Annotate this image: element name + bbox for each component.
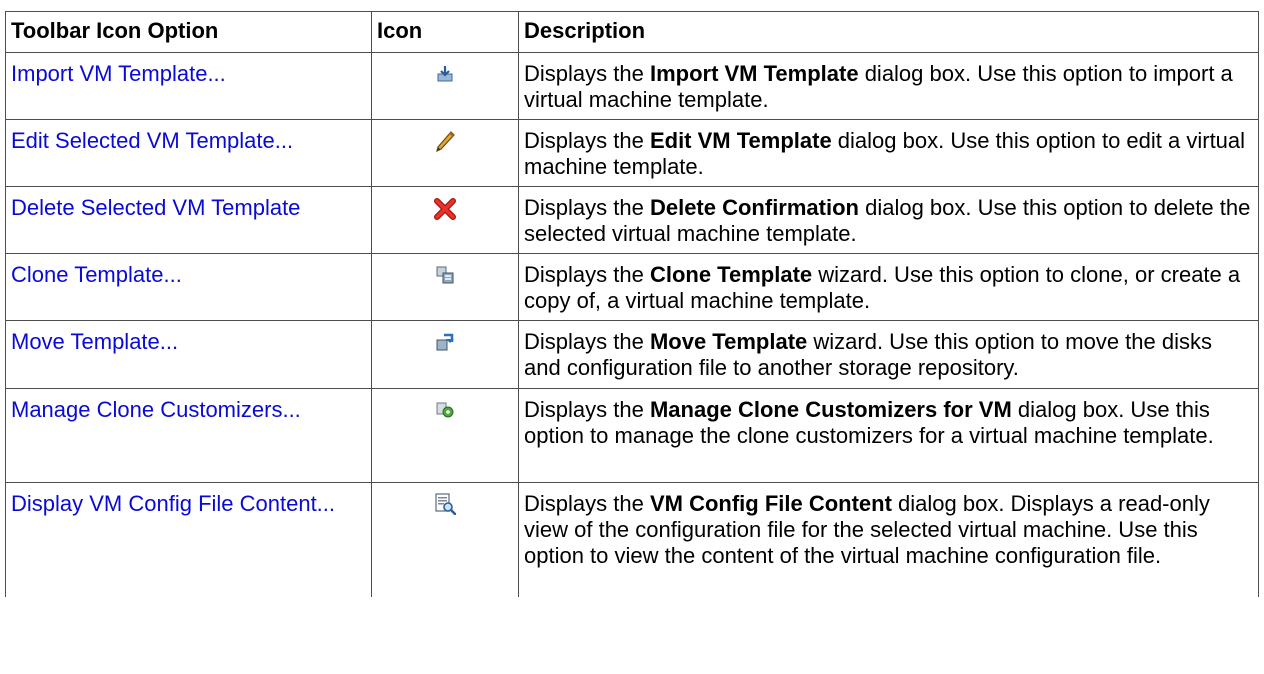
- header-icon: Icon: [371, 11, 519, 53]
- description-cell: Displays the Delete Confirmation dialog …: [518, 186, 1259, 254]
- clone-template-link[interactable]: Clone Template...: [11, 262, 182, 287]
- manage-clone-customizers-link[interactable]: Manage Clone Customizers...: [11, 397, 301, 422]
- display-vm-config-file-content-link[interactable]: Display VM Config File Content...: [11, 491, 335, 516]
- delete-selected-vm-template-link[interactable]: Delete Selected VM Template: [11, 195, 300, 220]
- header-option: Toolbar Icon Option: [5, 11, 372, 53]
- description-cell: Displays the Clone Template wizard. Use …: [518, 253, 1259, 321]
- delete-x-icon: [433, 197, 457, 227]
- toolbar-options-table: Toolbar Icon Option Icon Description Imp…: [5, 11, 1259, 597]
- import-icon: [436, 63, 454, 89]
- description-cell: Displays the VM Config File Content dial…: [518, 482, 1259, 597]
- description-cell: Displays the Manage Clone Customizers fo…: [518, 388, 1259, 483]
- table-row: Manage Clone Customizers... Displays the…: [5, 388, 1259, 483]
- table-row: Edit Selected VM Template... Displays th…: [5, 119, 1259, 187]
- edit-selected-vm-template-link[interactable]: Edit Selected VM Template...: [11, 128, 293, 153]
- table-row: Move Template... Displays the Move Templ…: [5, 320, 1259, 389]
- description-cell: Displays the Import VM Template dialog b…: [518, 52, 1259, 120]
- clone-icon: [436, 264, 454, 290]
- table-row: Import VM Template... Displays the Impor…: [5, 52, 1259, 120]
- pencil-icon: [434, 130, 456, 160]
- table-row: Clone Template... Displays the Clone Tem…: [5, 253, 1259, 321]
- import-vm-template-link[interactable]: Import VM Template...: [11, 61, 226, 86]
- move-template-link[interactable]: Move Template...: [11, 329, 178, 354]
- table-row: Delete Selected VM Template Displays the…: [5, 186, 1259, 254]
- view-file-icon: [434, 493, 457, 521]
- header-description: Description: [518, 11, 1259, 53]
- gear-icon: [436, 399, 454, 425]
- description-cell: Displays the Move Template wizard. Use t…: [518, 320, 1259, 389]
- table-header-row: Toolbar Icon Option Icon Description: [5, 11, 1259, 53]
- move-icon: [436, 331, 454, 357]
- description-cell: Displays the Edit VM Template dialog box…: [518, 119, 1259, 187]
- table-row: Display VM Config File Content... Displa…: [5, 482, 1259, 597]
